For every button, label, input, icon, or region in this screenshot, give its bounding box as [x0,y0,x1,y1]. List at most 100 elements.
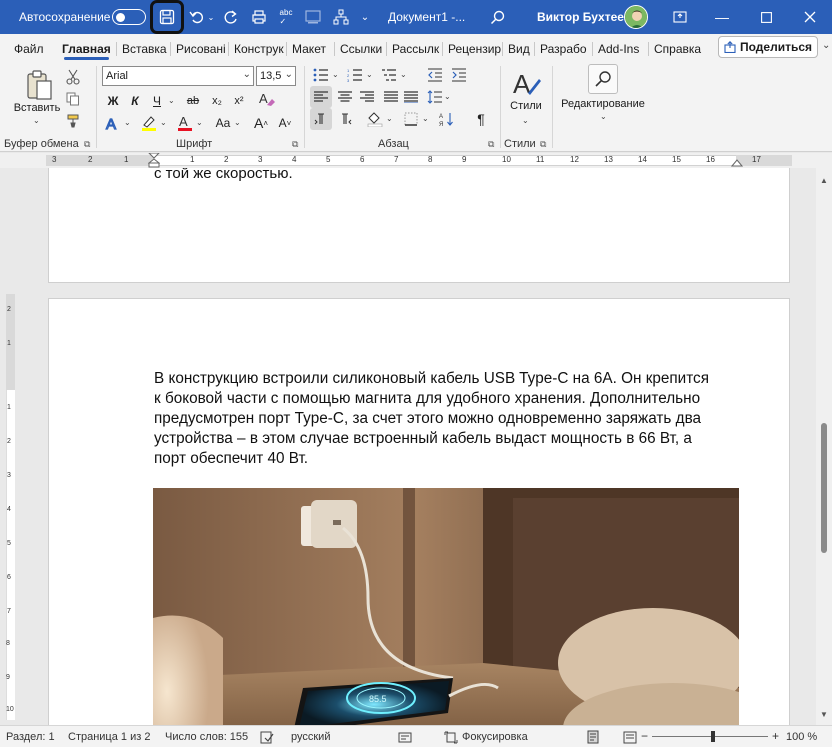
styles-dropdown-icon[interactable]: ⌄ [522,116,529,125]
tab-home[interactable]: Главная [58,38,115,60]
font-launcher-icon[interactable]: ⧉ [292,139,298,150]
justify-button[interactable] [380,86,402,108]
redo-button[interactable] [220,0,242,34]
spelling-button[interactable]: abc ✓ [275,0,297,34]
proofing-icon[interactable] [260,731,274,744]
maximize-button[interactable] [744,0,788,34]
grow-font-button[interactable]: A ˄ [250,112,272,134]
save-button[interactable] [150,0,184,34]
zoom-slider-knob[interactable] [711,731,715,742]
cut-button[interactable] [62,66,84,88]
bold-button[interactable]: Ж [102,90,124,112]
text-effects-button[interactable]: A [102,112,124,134]
styles-button[interactable]: A [508,66,544,100]
multilevel-dropdown-icon[interactable]: ⌄ [400,70,407,79]
paragraph-launcher-icon[interactable]: ⧉ [488,139,494,150]
editing-dropdown-icon[interactable]: ⌄ [600,112,607,121]
borders-button[interactable] [400,108,422,130]
zoom-slider-track[interactable] [652,736,768,737]
scroll-thumb[interactable] [821,423,827,553]
highlight-button[interactable] [138,112,160,134]
paste-dropdown-icon[interactable]: ⌄ [33,116,40,125]
copy-button[interactable] [62,88,84,110]
subscript-button[interactable]: x₂ [206,90,228,112]
smartart-button[interactable] [330,0,352,34]
sort-button[interactable]: AЯ [436,108,458,130]
rtl-button[interactable] [334,108,356,130]
horizontal-ruler[interactable]: 3 2 1 1 2 3 4 5 6 7 8 9 10 11 12 13 14 1… [0,153,832,168]
borders-dropdown-icon[interactable]: ⌄ [422,114,429,123]
numbering-dropdown-icon[interactable]: ⌄ [366,70,373,79]
show-marks-button[interactable]: ¶ [470,108,492,130]
tab-design[interactable]: Конструк [230,38,286,60]
scroll-down-icon[interactable]: ▼ [820,710,828,719]
search-button[interactable] [486,0,508,34]
tab-developer[interactable]: Разрабо [536,38,592,60]
user-name[interactable]: Виктор Бухтеев [537,0,631,34]
zoom-in-button[interactable]: + [772,729,779,743]
tab-review[interactable]: Рецензир [444,38,502,60]
indent-marker-icon[interactable] [148,153,160,168]
page-1[interactable]: с той же скоростью. [48,168,790,283]
clear-formatting-button[interactable]: A [256,88,278,110]
bullets-dropdown-icon[interactable]: ⌄ [332,70,339,79]
align-right-button[interactable] [356,86,378,108]
body-paragraph[interactable]: В конструкцию встроили силиконовый кабел… [154,369,714,469]
tab-insert[interactable]: Вставка [118,38,170,60]
tab-layout[interactable]: Макет [288,38,334,60]
styles-launcher-icon[interactable]: ⧉ [540,139,546,150]
screenshot-button[interactable] [302,0,324,34]
previous-page-text[interactable]: с той же скоростью. [154,168,293,182]
decrease-indent-button[interactable] [424,64,446,86]
read-mode-icon[interactable] [586,730,600,744]
customize-qat-icon[interactable]: ⌄ [358,0,372,34]
tab-file[interactable]: Файл [10,38,48,60]
right-indent-marker-icon[interactable] [731,158,743,167]
tab-mailings[interactable]: Рассылк [388,38,442,60]
increase-indent-button[interactable] [448,64,470,86]
italic-button[interactable]: К [124,90,146,112]
line-spacing-dropdown-icon[interactable]: ⌄ [444,92,451,101]
tab-draw[interactable]: Рисовані [172,38,228,60]
status-zoom[interactable]: 100 % [786,731,817,743]
change-case-dropdown-icon[interactable]: ⌄ [234,118,241,127]
tab-references[interactable]: Ссылки [336,38,386,60]
strikethrough-button[interactable]: ab [182,90,204,112]
font-name-select[interactable]: Arial ⌄ [102,66,254,86]
minimize-button[interactable]: — [700,0,744,34]
tab-add-ins[interactable]: Add-Ins [594,38,648,60]
highlight-dropdown-icon[interactable]: ⌄ [160,118,167,127]
shading-button[interactable] [364,108,386,130]
status-word-count[interactable]: Число слов: 155 [165,731,248,743]
editing-button[interactable] [588,64,618,94]
bullets-button[interactable] [310,64,332,86]
underline-button[interactable]: Ч [146,90,168,112]
document-canvas[interactable]: с той же скоростью. В конструкцию встрои… [16,168,816,725]
align-center-button[interactable] [334,86,356,108]
status-section[interactable]: Раздел: 1 [6,731,55,743]
font-size-select[interactable]: 13,5 ⌄ [256,66,296,86]
undo-button[interactable] [186,0,208,34]
ltr-button[interactable] [310,108,332,130]
avatar[interactable] [623,0,649,34]
text-effects-dropdown-icon[interactable]: ⌄ [124,118,131,127]
print-button[interactable] [248,0,270,34]
text-predictions-icon[interactable] [398,731,412,744]
page-2[interactable]: В конструкцию встроили силиконовый кабел… [48,298,790,725]
print-layout-icon[interactable] [623,731,637,744]
format-painter-button[interactable] [62,110,84,132]
line-spacing-button[interactable] [424,86,446,108]
tab-view[interactable]: Вид [504,38,534,60]
autosave-toggle[interactable] [112,0,146,34]
font-color-button[interactable]: A [174,112,196,134]
zoom-out-button[interactable]: − [641,729,648,743]
change-case-button[interactable]: Aa [212,112,234,134]
superscript-button[interactable]: x² [228,90,250,112]
vertical-scrollbar[interactable]: ▲ ▼ [816,168,832,725]
status-focus[interactable]: Фокусировка [462,731,528,743]
shading-dropdown-icon[interactable]: ⌄ [386,114,393,123]
focus-icon[interactable] [444,731,458,744]
multilevel-list-button[interactable] [378,64,400,86]
tab-help[interactable]: Справка [650,38,706,60]
status-language[interactable]: русский [291,731,330,743]
